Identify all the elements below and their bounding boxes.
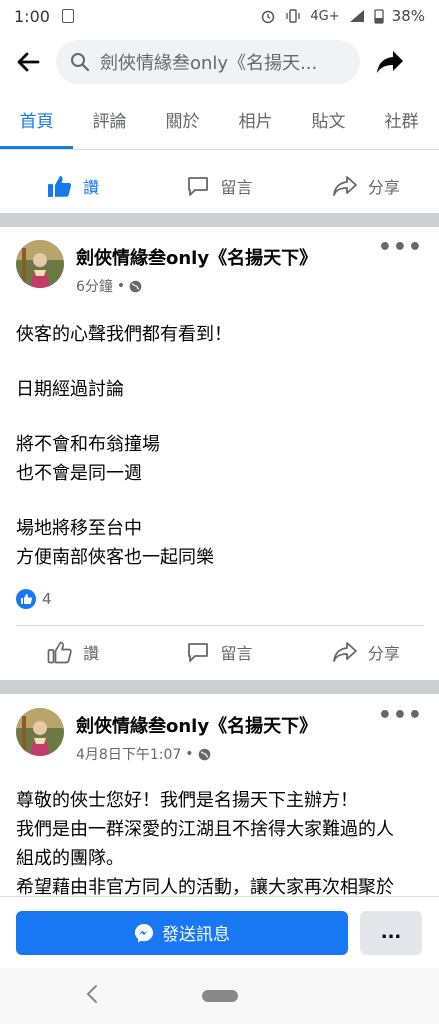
share-label: 分享 xyxy=(367,644,400,663)
avatar[interactable] xyxy=(16,708,64,756)
post-line: 俠客的心聲我們都有看到！ xyxy=(16,324,232,345)
reaction-summary[interactable]: 4 xyxy=(16,589,52,609)
post-line: 我們是由一群深愛的江湖且不捨得大家難過的人 xyxy=(16,819,394,840)
post-author[interactable]: 劍俠情緣叁only《名揚天下》 xyxy=(76,244,317,270)
tab-home[interactable]: 首頁 xyxy=(0,96,73,149)
avatar-image xyxy=(16,240,64,288)
system-nav-bar xyxy=(0,968,439,1024)
nav-home-pill[interactable] xyxy=(201,990,238,1002)
post-text: 尊敬的俠士您好！我們是名揚天下主辦方！ 我們是由一群深愛的江湖且不捨得大家難過的… xyxy=(0,786,439,902)
post-more-button[interactable]: ••• xyxy=(378,705,423,727)
like-icon xyxy=(47,641,72,664)
status-bar: 1:00 4G+ 38% xyxy=(0,0,439,32)
tab-posts[interactable]: 貼文 xyxy=(292,96,365,149)
messenger-icon xyxy=(135,923,153,942)
post-header: 劍俠情緣叁only《名揚天下》 4月8日下午1:07 • ••• xyxy=(0,705,439,764)
post-line: 也不會是同一週 xyxy=(16,463,142,484)
comment-button[interactable]: 留言 xyxy=(146,174,292,198)
post-time[interactable]: 6分鐘 xyxy=(76,276,113,296)
share-button[interactable]: 分享 xyxy=(293,640,439,664)
share-icon xyxy=(332,642,357,662)
avatar-image xyxy=(16,708,64,756)
status-icons: 4G+ 38% xyxy=(260,7,425,25)
post-line: 日期經過討論 xyxy=(16,379,124,400)
feed-divider xyxy=(0,680,439,694)
post-line: 尊敬的俠士您好！我們是名揚天下主辦方！ xyxy=(16,790,358,811)
comment-label: 留言 xyxy=(220,178,253,197)
like-label: 讚 xyxy=(83,178,100,197)
vibrate-icon xyxy=(286,9,301,23)
post-line: 場地將移至台中 xyxy=(16,518,142,539)
share-button[interactable]: 分享 xyxy=(293,174,439,198)
share-arrow-icon xyxy=(377,51,403,73)
share-label: 分享 xyxy=(367,178,400,197)
search-input[interactable]: 劍俠情緣叁only《名揚天... xyxy=(56,40,360,84)
post-card: 劍俠情緣叁only《名揚天下》 6分鐘 • ••• 俠客的心聲我們都有看到！ 日… xyxy=(0,237,439,572)
prev-post-actions: 讚 留言 分享 xyxy=(0,156,439,216)
share-page-button[interactable] xyxy=(360,36,420,88)
comment-button[interactable]: 留言 xyxy=(146,640,292,664)
feed-divider xyxy=(0,213,439,227)
meta-dot: • xyxy=(116,278,126,294)
comment-icon xyxy=(188,177,209,196)
tab-community[interactable]: 社群 xyxy=(365,96,438,149)
post-line: 組成的團隊。 xyxy=(16,848,124,869)
comment-label: 留言 xyxy=(220,644,253,663)
chevron-left-icon xyxy=(86,985,97,1003)
send-message-label: 發送訊息 xyxy=(162,925,230,945)
battery-icon xyxy=(374,9,384,24)
search-row: 劍俠情緣叁only《名揚天... xyxy=(0,36,439,88)
meta-dot: • xyxy=(185,746,194,762)
post-text: 俠客的心聲我們都有看到！ 日期經過討論 將不會和布翁撞場 也不會是同一週 場地將… xyxy=(0,320,439,572)
tab-photos[interactable]: 相片 xyxy=(219,96,292,149)
globe-icon xyxy=(129,280,142,292)
post-card: 劍俠情緣叁only《名揚天下》 4月8日下午1:07 • ••• 尊敬的俠士您好… xyxy=(0,705,439,902)
post-author[interactable]: 劍俠情緣叁only《名揚天下》 xyxy=(76,712,317,738)
page-tabs: 首頁 評論 關於 相片 貼文 社群 xyxy=(0,96,439,150)
post-time[interactable]: 4月8日下午1:07 xyxy=(76,744,181,764)
tab-reviews[interactable]: 評論 xyxy=(73,96,146,149)
back-button[interactable] xyxy=(0,36,56,88)
bottom-action-panel: 發送訊息 ... xyxy=(0,896,439,968)
post-meta: 4月8日下午1:07 • xyxy=(76,744,317,764)
network-type: 4G+ xyxy=(310,8,340,24)
post-header: 劍俠情緣叁only《名揚天下》 6分鐘 • ••• xyxy=(0,237,439,296)
post-actions: 讚 留言 分享 xyxy=(0,622,439,682)
like-label: 讚 xyxy=(83,644,100,663)
like-filled-icon xyxy=(48,176,72,197)
post-meta: 6分鐘 • xyxy=(76,276,317,296)
avatar[interactable] xyxy=(16,240,64,288)
send-message-button[interactable]: 發送訊息 xyxy=(16,910,348,955)
signal-icon xyxy=(349,10,364,22)
status-time: 1:00 xyxy=(14,6,50,26)
post-more-button[interactable]: ••• xyxy=(378,237,423,259)
search-icon xyxy=(71,53,90,72)
nav-back-button[interactable] xyxy=(82,982,102,1010)
post-line: 方便南部俠客也一起同樂 xyxy=(16,547,214,568)
search-query: 劍俠情緣叁only《名揚天... xyxy=(100,53,318,74)
globe-icon xyxy=(198,748,210,760)
post-line: 將不會和布翁撞場 xyxy=(16,434,160,455)
reaction-count: 4 xyxy=(42,590,52,608)
tab-about[interactable]: 關於 xyxy=(146,96,219,149)
alarm-icon xyxy=(262,10,275,24)
notification-icon xyxy=(61,9,74,23)
like-reaction-icon xyxy=(16,589,36,609)
comment-icon xyxy=(188,643,209,662)
share-icon xyxy=(332,176,357,196)
like-button[interactable]: 讚 xyxy=(0,174,146,198)
more-options-button[interactable]: ... xyxy=(360,910,422,955)
like-button[interactable]: 讚 xyxy=(0,640,146,664)
arrow-left-icon xyxy=(17,52,40,72)
battery-level: 38% xyxy=(391,7,425,25)
